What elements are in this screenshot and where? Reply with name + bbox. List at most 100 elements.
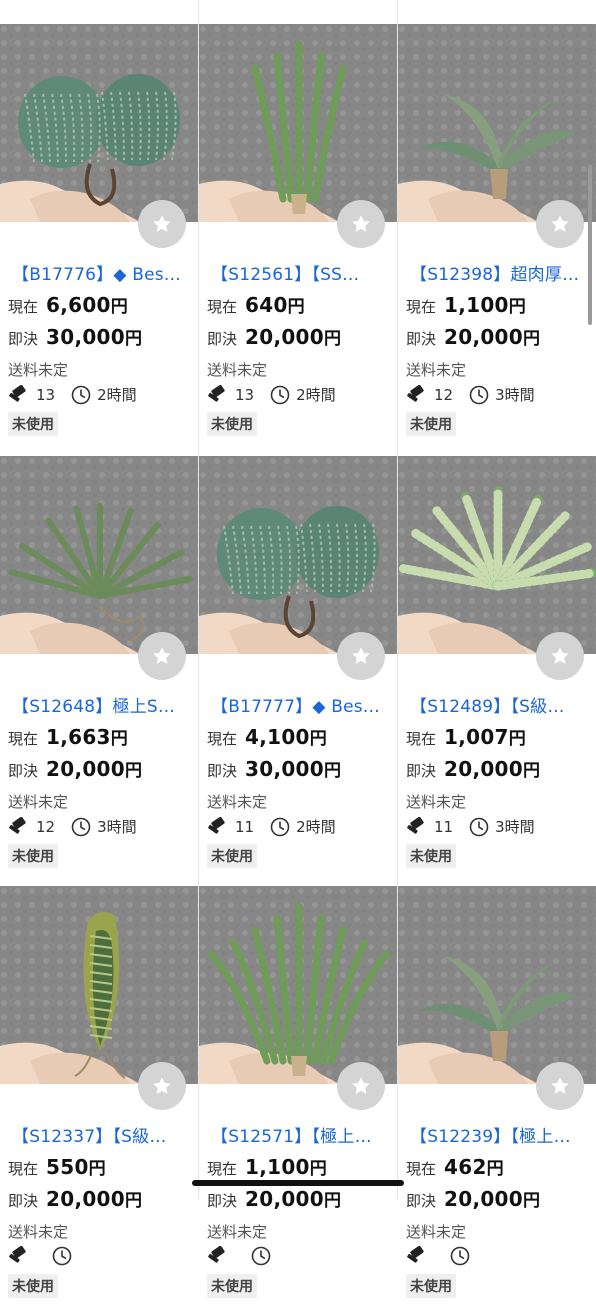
buyout-price-row: 即決 20,000 円: [406, 756, 540, 781]
yen-unit: 円: [125, 1191, 142, 1211]
shipping-status: 送料未定: [207, 361, 268, 379]
star-icon: [153, 215, 171, 232]
product-title[interactable]: 【S12561】【SS…: [211, 260, 391, 285]
product-card[interactable]: 【S12571】【極上… 現在 1,100 円 即決 20,000 円 送料未定…: [199, 886, 397, 1316]
yen-unit: 円: [324, 761, 341, 781]
product-card[interactable]: 【S12239】【極上… 現在 462 円 即決 20,000 円 送料未定 未…: [398, 886, 596, 1316]
current-price-value: 462: [444, 1155, 487, 1179]
current-price-label: 現在: [406, 730, 437, 748]
gavel-icon: [9, 816, 26, 834]
clock-icon: [469, 385, 489, 404]
favorite-button[interactable]: [536, 1062, 584, 1110]
shipping-status: 送料未定: [406, 361, 467, 379]
product-image[interactable]: [0, 886, 198, 1084]
product-image[interactable]: [0, 24, 198, 222]
shipping-status: 送料未定: [207, 793, 268, 811]
product-title[interactable]: 【S12239】【極上…: [410, 1122, 590, 1147]
current-price-value: 1,007: [444, 725, 509, 749]
star-icon: [551, 647, 569, 664]
yen-unit: 円: [523, 1191, 540, 1211]
current-price-row: 現在 1,663 円: [8, 724, 128, 749]
product-card[interactable]: 【S12489】【S級… 現在 1,007 円 即決 20,000 円 送料未定…: [398, 456, 596, 886]
star-icon: [352, 1077, 370, 1094]
condition-badge: 未使用: [207, 844, 257, 868]
favorite-button[interactable]: [138, 200, 186, 248]
plant-photo: [398, 24, 596, 222]
buyout-price-label: 即決: [207, 762, 238, 780]
plant-photo: [199, 24, 397, 222]
yen-unit: 円: [110, 729, 128, 749]
product-image[interactable]: [398, 24, 596, 222]
auction-meta: 12 3時間: [406, 384, 535, 405]
clock-icon: [469, 817, 489, 836]
product-card[interactable]: 【S12561】【SS… 現在 640 円 即決 20,000 円 送料未定 1…: [199, 24, 397, 454]
product-card[interactable]: 【S12648】極上S… 現在 1,663 円 即決 20,000 円 送料未定…: [0, 456, 198, 886]
condition-badge: 未使用: [406, 412, 456, 436]
gavel-icon: [407, 384, 424, 402]
product-card[interactable]: 【S12398】超肉厚… 現在 1,100 円 即決 20,000 円 送料未定…: [398, 24, 596, 454]
clock-icon: [71, 385, 91, 404]
favorite-button[interactable]: [138, 632, 186, 680]
favorite-button[interactable]: [337, 1062, 385, 1110]
top-strip: [0, 0, 596, 24]
product-image[interactable]: [199, 886, 397, 1084]
buyout-price-value: 20,000: [444, 325, 523, 349]
product-card[interactable]: 【B17777】◆ Bes… 現在 4,100 円 即決 30,000 円 送料…: [199, 456, 397, 886]
buyout-price-value: 20,000: [444, 757, 523, 781]
product-title[interactable]: 【S12337】【S級…: [12, 1122, 192, 1147]
scrollbar[interactable]: [588, 165, 592, 325]
buyout-price-value: 30,000: [46, 325, 125, 349]
yen-unit: 円: [508, 729, 526, 749]
yen-unit: 円: [125, 761, 142, 781]
favorite-button[interactable]: [536, 632, 584, 680]
bid-count: 12: [36, 817, 56, 836]
product-image[interactable]: [199, 456, 397, 654]
time-remaining: 3時間: [495, 386, 535, 404]
condition-badge: 未使用: [8, 412, 58, 436]
shipping-status: 送料未定: [207, 1223, 268, 1241]
product-card[interactable]: 【S12337】【S級… 現在 550 円 即決 20,000 円 送料未定 未…: [0, 886, 198, 1316]
time-remaining: 2時間: [97, 386, 137, 404]
gavel-icon: [208, 816, 225, 834]
star-icon: [153, 1077, 171, 1094]
yen-unit: 円: [125, 329, 142, 349]
product-image[interactable]: [398, 456, 596, 654]
condition-badge: 未使用: [207, 412, 257, 436]
buyout-price-row: 即決 20,000 円: [207, 1186, 341, 1211]
yen-unit: 円: [486, 1159, 504, 1179]
current-price-label: 現在: [406, 1160, 437, 1178]
auction-meta: [406, 1246, 476, 1266]
product-image[interactable]: [398, 886, 596, 1084]
current-price-label: 現在: [406, 298, 437, 316]
product-image[interactable]: [0, 456, 198, 654]
gavel-icon: [208, 384, 225, 402]
yen-unit: 円: [287, 297, 305, 317]
favorite-button[interactable]: [337, 200, 385, 248]
favorite-button[interactable]: [536, 200, 584, 248]
star-icon: [153, 647, 171, 664]
yen-unit: 円: [508, 297, 526, 317]
current-price-row: 現在 1,100 円: [207, 1154, 327, 1179]
product-title[interactable]: 【B17776】◆ Bes…: [12, 260, 192, 285]
product-title[interactable]: 【S12648】極上S…: [12, 692, 192, 717]
current-price-row: 現在 640 円: [207, 292, 305, 317]
product-title[interactable]: 【S12489】【S級…: [410, 692, 590, 717]
product-card[interactable]: 【B17776】◆ Bes… 現在 6,600 円 即決 30,000 円 送料…: [0, 24, 198, 454]
product-title[interactable]: 【S12398】超肉厚…: [410, 260, 590, 285]
product-title[interactable]: 【B17777】◆ Bes…: [211, 692, 391, 717]
current-price-row: 現在 4,100 円: [207, 724, 327, 749]
favorite-button[interactable]: [138, 1062, 186, 1110]
product-image[interactable]: [199, 24, 397, 222]
plant-photo: [0, 886, 198, 1084]
yen-unit: 円: [309, 729, 327, 749]
clock-icon: [450, 1246, 470, 1266]
buyout-price-row: 即決 30,000 円: [8, 324, 142, 349]
home-indicator[interactable]: [192, 1180, 404, 1186]
shipping-status: 送料未定: [406, 793, 467, 811]
current-price-value: 4,100: [245, 725, 310, 749]
clock-icon: [270, 385, 290, 404]
condition-badge: 未使用: [207, 1274, 257, 1298]
time-remaining: 2時間: [296, 386, 336, 404]
product-title[interactable]: 【S12571】【極上…: [211, 1122, 391, 1147]
favorite-button[interactable]: [337, 632, 385, 680]
